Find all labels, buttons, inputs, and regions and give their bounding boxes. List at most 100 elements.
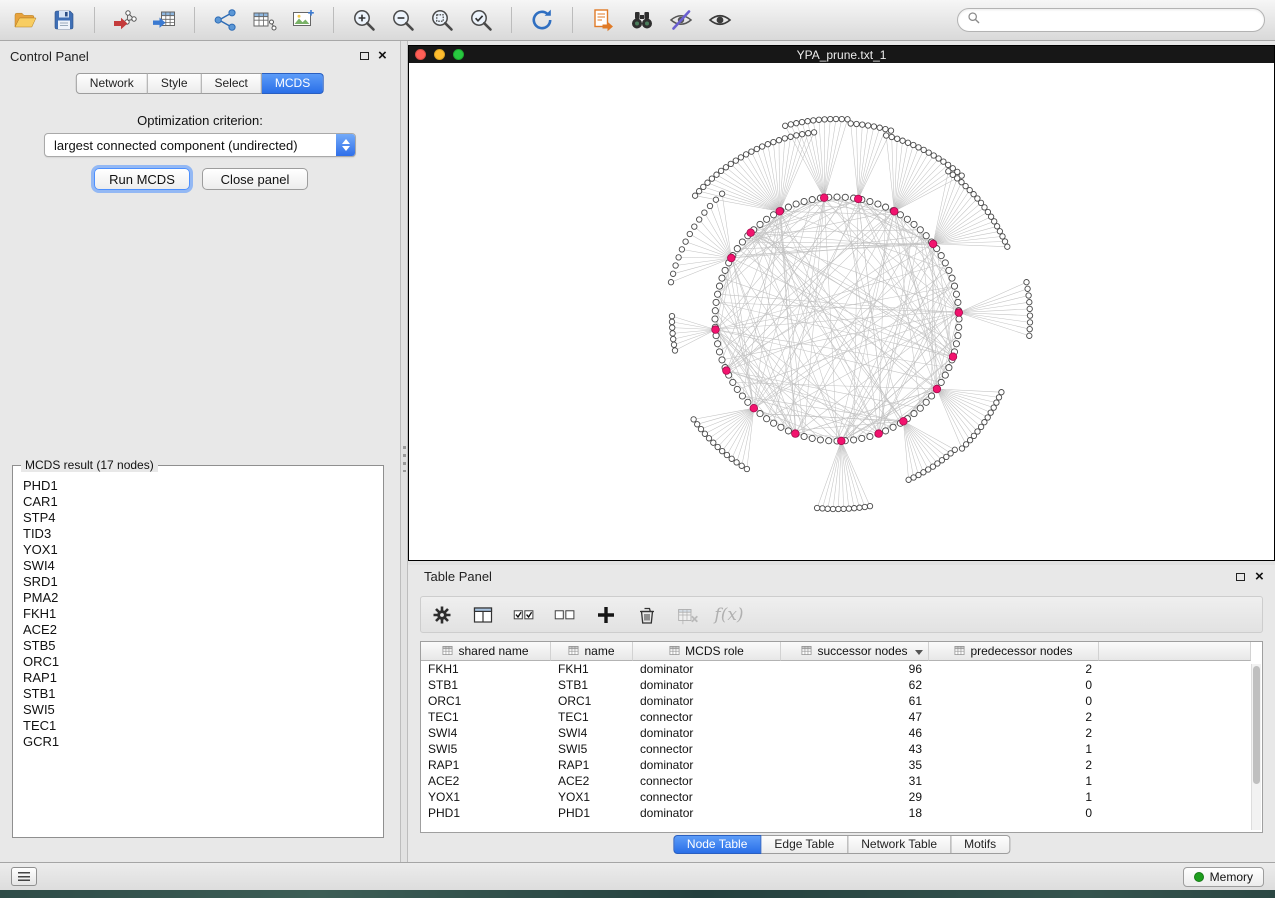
mcds-result-item[interactable]: PHD1: [23, 478, 381, 494]
network-table-button[interactable]: [249, 5, 279, 35]
table-row[interactable]: FKH1FKH1dominator962: [421, 661, 1251, 677]
network-image-button[interactable]: [288, 5, 318, 35]
cell: 2: [929, 757, 1099, 773]
import-table-button[interactable]: [149, 5, 179, 35]
tab-network[interactable]: Network: [76, 73, 148, 94]
zoom-fit-button[interactable]: [427, 5, 457, 35]
cell: connector: [633, 709, 781, 725]
table-row[interactable]: SWI4SWI4dominator462: [421, 725, 1251, 741]
select-all-button[interactable]: [511, 602, 537, 628]
mcds-result-item[interactable]: STB1: [23, 686, 381, 702]
network-share-button[interactable]: [210, 5, 240, 35]
add-row-button[interactable]: [593, 602, 619, 628]
mcds-result-item[interactable]: RAP1: [23, 670, 381, 686]
table-row[interactable]: ORC1ORC1dominator610: [421, 693, 1251, 709]
zoom-selected-button[interactable]: [466, 5, 496, 35]
list-icon: [18, 872, 30, 881]
network-canvas[interactable]: [409, 63, 1274, 560]
zoom-out-button[interactable]: [388, 5, 418, 35]
network-window-titlebar[interactable]: YPA_prune.txt_1: [409, 46, 1274, 63]
delete-table-button[interactable]: [675, 602, 701, 628]
tab-select[interactable]: Select: [202, 73, 262, 94]
mcds-result-item[interactable]: SWI5: [23, 702, 381, 718]
columns-button[interactable]: [470, 602, 496, 628]
cell: 96: [781, 661, 929, 677]
mcds-result-item[interactable]: ACE2: [23, 622, 381, 638]
cell: FKH1: [551, 661, 633, 677]
vertical-splitter[interactable]: [400, 41, 408, 862]
memory-button[interactable]: Memory: [1183, 867, 1264, 887]
delete-row-button[interactable]: [634, 602, 660, 628]
table-row[interactable]: TEC1TEC1connector472: [421, 709, 1251, 725]
export-document-button[interactable]: [588, 5, 618, 35]
save-session-button[interactable]: [49, 5, 79, 35]
gear-button[interactable]: [429, 602, 455, 628]
scrollbar-thumb[interactable]: [1253, 666, 1260, 784]
mcds-result-item[interactable]: SRD1: [23, 574, 381, 590]
zoom-out-icon: [390, 7, 416, 33]
eye-slash-button[interactable]: [666, 5, 696, 35]
cell: FKH1: [421, 661, 551, 677]
table-scrollbar[interactable]: [1251, 664, 1261, 830]
cell: dominator: [633, 725, 781, 741]
toolbar-separator: [572, 7, 573, 33]
cell: 29: [781, 789, 929, 805]
tab-style[interactable]: Style: [148, 73, 202, 94]
criterion-dropdown[interactable]: largest connected component (undirected): [44, 133, 356, 157]
open-session-button[interactable]: [10, 5, 40, 35]
cell: 46: [781, 725, 929, 741]
import-network-button[interactable]: [110, 5, 140, 35]
table-panel-tabs: Node TableEdge TableNetwork TableMotifs: [673, 835, 1010, 854]
table-row[interactable]: STB1STB1dominator620: [421, 677, 1251, 693]
tab-edge-table[interactable]: Edge Table: [761, 835, 848, 854]
binoculars-button[interactable]: [627, 5, 657, 35]
table-row[interactable]: YOX1YOX1connector291: [421, 789, 1251, 805]
cell: ORC1: [551, 693, 633, 709]
mcds-result-item[interactable]: SWI4: [23, 558, 381, 574]
mcds-result-item[interactable]: CAR1: [23, 494, 381, 510]
table-row[interactable]: PHD1PHD1dominator180: [421, 805, 1251, 821]
column-header-MCDS-role[interactable]: MCDS role: [633, 642, 781, 661]
column-header-predecessor-nodes[interactable]: predecessor nodes: [929, 642, 1099, 661]
cell: ORC1: [421, 693, 551, 709]
mcds-result-item[interactable]: STB5: [23, 638, 381, 654]
run-mcds-button[interactable]: Run MCDS: [94, 168, 190, 190]
tab-motifs[interactable]: Motifs: [951, 835, 1010, 854]
zoom-in-button[interactable]: [349, 5, 379, 35]
close-panel-button[interactable]: Close panel: [202, 168, 308, 190]
cell: 47: [781, 709, 929, 725]
cell: 0: [929, 693, 1099, 709]
deselect-all-button[interactable]: [552, 602, 578, 628]
eye-button[interactable]: [705, 5, 735, 35]
column-header-successor-nodes[interactable]: successor nodes: [781, 642, 929, 661]
close-panel-icon[interactable]: ×: [378, 48, 387, 63]
close-table-panel-icon[interactable]: ×: [1255, 569, 1264, 584]
cell-empty: [1099, 773, 1251, 789]
mcds-result-item[interactable]: STP4: [23, 510, 381, 526]
mcds-result-item[interactable]: YOX1: [23, 542, 381, 558]
mcds-result-item[interactable]: TEC1: [23, 718, 381, 734]
refresh-button[interactable]: [527, 5, 557, 35]
mcds-result-item[interactable]: ORC1: [23, 654, 381, 670]
mcds-result-item[interactable]: GCR1: [23, 734, 381, 750]
float-panel-icon[interactable]: [360, 52, 369, 60]
float-table-panel-icon[interactable]: [1236, 573, 1245, 581]
table-row[interactable]: RAP1RAP1dominator352: [421, 757, 1251, 773]
column-header-name[interactable]: name: [551, 642, 633, 661]
task-history-button[interactable]: [11, 867, 37, 886]
table-row[interactable]: SWI5SWI5connector431: [421, 741, 1251, 757]
mcds-result-item[interactable]: TID3: [23, 526, 381, 542]
tab-mcds[interactable]: MCDS: [262, 73, 324, 94]
tab-network-table[interactable]: Network Table: [848, 835, 951, 854]
tab-node-table[interactable]: Node Table: [673, 835, 762, 854]
search-input[interactable]: [987, 13, 1255, 27]
cell-empty: [1099, 677, 1251, 693]
mcds-result-item[interactable]: PMA2: [23, 590, 381, 606]
cell: 62: [781, 677, 929, 693]
search-box[interactable]: [957, 8, 1265, 32]
column-header-shared-name[interactable]: shared name: [421, 642, 551, 661]
fx-button[interactable]: f(x): [716, 602, 742, 628]
table-row[interactable]: ACE2ACE2connector311: [421, 773, 1251, 789]
cell: 18: [781, 805, 929, 821]
mcds-result-item[interactable]: FKH1: [23, 606, 381, 622]
